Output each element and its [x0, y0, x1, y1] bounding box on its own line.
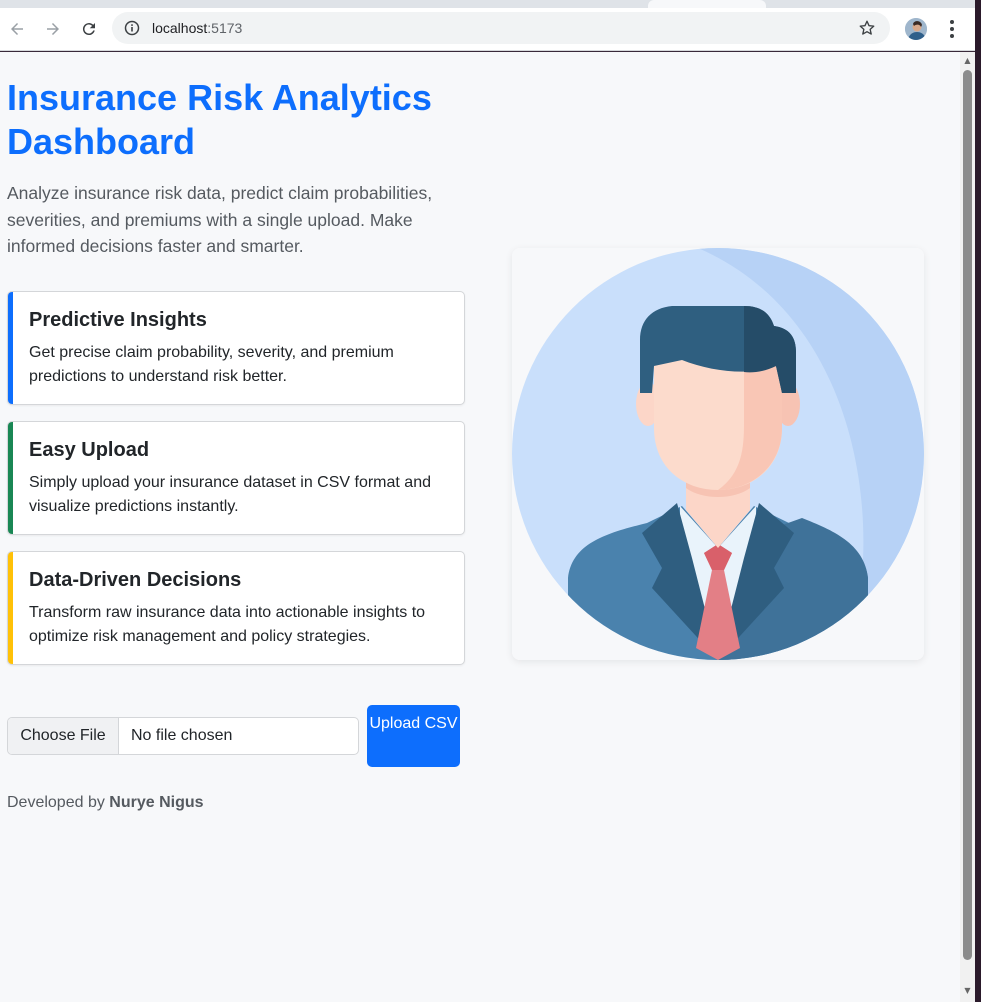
businessman-avatar-icon — [512, 248, 924, 660]
forward-arrow-icon[interactable] — [42, 18, 64, 40]
feature-card-upload: Easy Upload Simply upload your insurance… — [7, 421, 465, 535]
browser-tab-active[interactable] — [648, 0, 766, 8]
url-port: :5173 — [207, 20, 243, 36]
feature-card-text: Get precise claim probability, severity,… — [29, 344, 394, 385]
feature-card-title: Easy Upload — [29, 439, 150, 461]
feature-card-text: Transform raw insurance data into action… — [29, 604, 426, 645]
feature-card-title: Predictive Insights — [29, 309, 207, 331]
page-viewport: Insurance Risk Analytics Dashboard Analy… — [0, 52, 960, 1002]
page-title: Insurance Risk Analytics Dashboard — [7, 77, 432, 162]
footer-credit: Developed by Nurye Nigus — [7, 794, 204, 812]
page-scrollbar[interactable]: ▲ ▼ — [960, 52, 975, 1002]
site-info-icon[interactable] — [124, 20, 140, 36]
card-accent-bar — [8, 422, 13, 534]
back-arrow-icon[interactable] — [6, 18, 28, 40]
card-accent-bar — [8, 552, 13, 664]
feature-card-text: Simply upload your insurance dataset in … — [29, 474, 431, 515]
file-status-text: No file chosen — [131, 727, 233, 744]
address-bar[interactable]: localhost:5173 — [112, 12, 890, 44]
browser-toolbar: localhost:5173 — [0, 8, 975, 51]
feature-card-title: Data-Driven Decisions — [29, 569, 242, 591]
choose-file-button[interactable]: Choose File — [8, 718, 119, 754]
scroll-down-arrow-icon[interactable]: ▼ — [963, 986, 972, 996]
scroll-up-arrow-icon[interactable]: ▲ — [963, 56, 972, 66]
url-text: localhost:5173 — [152, 20, 242, 36]
footer-prefix: Developed by — [7, 794, 105, 811]
browser-tab-strip — [0, 0, 981, 8]
scroll-thumb[interactable] — [963, 70, 972, 960]
browser-menu-icon[interactable] — [944, 18, 960, 40]
feature-card-predictive: Predictive Insights Get precise claim pr… — [7, 291, 465, 405]
illustration-card — [512, 248, 924, 660]
feature-card-decisions: Data-Driven Decisions Transform raw insu… — [7, 551, 465, 665]
url-host: localhost — [152, 20, 208, 36]
page-description: Analyze insurance risk data, predict cla… — [7, 183, 433, 256]
bookmark-star-icon[interactable] — [858, 19, 876, 37]
csv-file-input[interactable]: Choose File No file chosen — [7, 717, 359, 755]
upload-csv-button[interactable]: Upload CSV — [367, 705, 460, 767]
card-accent-bar — [8, 292, 13, 404]
profile-avatar[interactable] — [905, 18, 927, 40]
footer-author: Nurye Nigus — [109, 794, 204, 811]
reload-icon[interactable] — [78, 18, 100, 40]
desktop-edge — [975, 0, 981, 1002]
